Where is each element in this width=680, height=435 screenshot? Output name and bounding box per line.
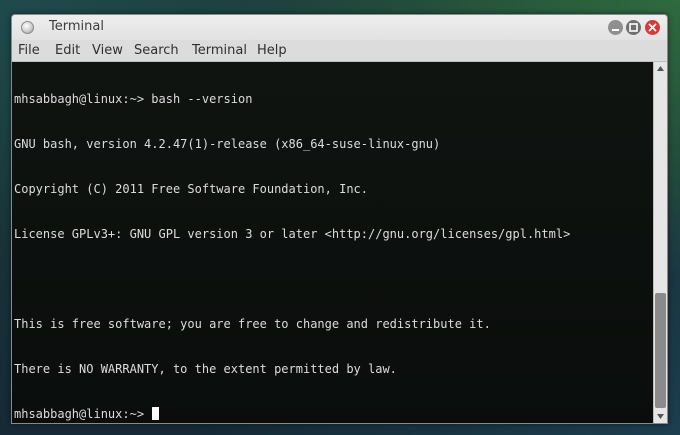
close-button[interactable] [645,20,660,35]
terminal-app-icon[interactable] [21,21,34,34]
menu-file[interactable]: File [18,43,40,58]
menu-search[interactable]: Search [134,43,179,58]
text-cursor [152,407,160,420]
terminal-line: There is NO WARRANTY, to the extent perm… [14,362,397,376]
scroll-down-button[interactable] [654,410,667,423]
terminal-output: mhsabbagh@linux:~> bash --version GNU ba… [14,62,570,423]
shell-prompt: mhsabbagh@linux:~> [14,407,152,421]
scroll-up-button[interactable] [654,62,667,75]
maximize-button[interactable] [626,20,641,35]
minimize-button[interactable] [608,20,623,35]
terminal-line: mhsabbagh@linux:~> bash --version [14,92,253,106]
terminal-area[interactable]: mhsabbagh@linux:~> bash --version GNU ba… [12,62,653,423]
window-title: Terminal [49,19,104,34]
terminal-line: This is free software; you are free to c… [14,317,491,331]
menu-help[interactable]: Help [257,43,287,58]
arrow-up-icon [657,66,664,71]
vertical-scrollbar[interactable] [653,62,667,423]
menu-bar: File Edit View Search Terminal Help [12,40,667,62]
terminal-line: Copyright (C) 2011 Free Software Foundat… [14,182,369,196]
menu-view[interactable]: View [92,43,123,58]
minimize-icon [612,29,619,31]
terminal-line: License GPLv3+: GNU GPL version 3 or lat… [14,227,571,241]
menu-edit[interactable]: Edit [55,43,80,58]
terminal-window: Terminal File Edit View Search Terminal … [11,14,668,424]
close-icon [648,23,657,32]
scroll-thumb[interactable] [655,293,666,408]
arrow-down-icon [657,414,664,419]
prompt-line[interactable]: mhsabbagh@linux:~> [14,407,570,422]
menu-terminal[interactable]: Terminal [192,43,247,58]
maximize-icon [629,23,638,32]
title-bar[interactable]: Terminal [12,15,667,40]
terminal-line: GNU bash, version 4.2.47(1)-release (x86… [14,137,441,151]
